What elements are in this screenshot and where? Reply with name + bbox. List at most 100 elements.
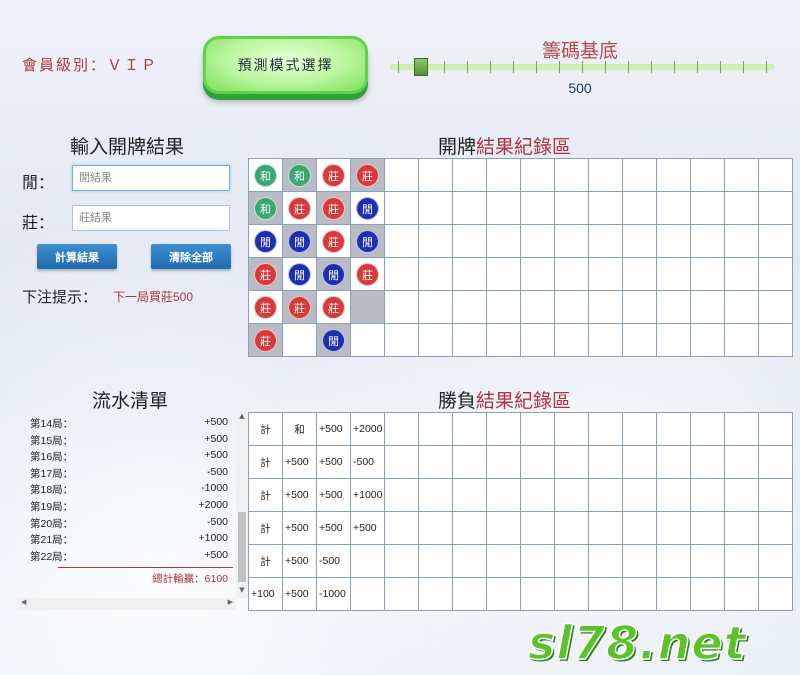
slider-tick (651, 61, 652, 73)
record-cell (690, 191, 725, 225)
ledger-round: 第19局： (30, 501, 74, 513)
ledger-row: 第17局： -500 (30, 466, 230, 481)
result-cell (656, 445, 691, 479)
record-cell (758, 290, 793, 324)
ledger-row: 第22局： +500 (30, 549, 230, 564)
ledger-amount: +500 (204, 449, 228, 462)
chip-slider-thumb[interactable] (413, 58, 428, 76)
result-cell (486, 445, 521, 479)
result-cell (656, 478, 691, 512)
result-cell (656, 577, 691, 611)
record-cell: 閒 (316, 257, 351, 291)
slider-tick (582, 61, 583, 73)
player-result-input[interactable] (72, 165, 230, 191)
result-cell (520, 511, 555, 545)
prediction-mode-button[interactable]: 預測模式選擇 (203, 36, 368, 94)
record-cell (520, 257, 555, 291)
record-cell: 閒 (282, 257, 317, 291)
result-cell (520, 478, 555, 512)
scroll-down-icon[interactable]: ▼ (236, 586, 248, 594)
chip-base-label: 籌碼基底 (541, 40, 618, 62)
chip-slider-track[interactable] (390, 61, 775, 73)
record-cell (384, 290, 419, 324)
record-cell (588, 290, 623, 324)
scroll-thumb[interactable] (238, 512, 246, 582)
ledger-round: 第17局： (30, 467, 74, 480)
ledger-total: 總計輸贏：6100 (152, 573, 228, 585)
record-area-title: 開牌結果紀錄區 (438, 132, 571, 159)
record-cell (384, 158, 419, 192)
clear-all-button[interactable]: 清除全部 (151, 244, 231, 269)
record-cell: 閒 (350, 224, 385, 258)
result-cell (690, 412, 725, 446)
result-cell (656, 412, 691, 446)
record-cell (656, 257, 691, 291)
result-cell (622, 511, 657, 545)
ledger-row: 第15局： +500 (30, 433, 230, 448)
scroll-up-icon[interactable]: ▲ (236, 412, 248, 420)
result-bead: 和 (254, 196, 277, 220)
record-cell (690, 257, 725, 291)
player-label: 閒： (22, 173, 55, 192)
ledger-vertical-scrollbar[interactable]: ▲ ▼ (236, 412, 248, 598)
record-cell (452, 290, 487, 324)
record-cell (418, 158, 453, 192)
slider-tick (743, 61, 744, 73)
ledger-horizontal-scrollbar[interactable]: ◀ ▶ (18, 598, 236, 610)
ledger-amount: +500 (204, 548, 228, 561)
record-cell: 和 (282, 158, 317, 192)
result-cell (758, 445, 793, 479)
slider-tick (398, 61, 399, 73)
result-cell (758, 577, 793, 611)
result-cell (452, 478, 487, 512)
record-cell (486, 323, 521, 357)
result-cell (384, 445, 419, 479)
scroll-left-icon[interactable]: ◀ (21, 598, 26, 606)
calculate-button[interactable]: 計算結果 (37, 244, 117, 269)
result-bead: 莊 (322, 295, 345, 319)
record-cell (622, 290, 657, 324)
record-cell (486, 191, 521, 225)
result-bead: 莊 (254, 295, 277, 319)
result-cell: +500 (282, 445, 317, 479)
record-cell (588, 191, 623, 225)
result-bead: 閒 (322, 328, 345, 352)
result-bead: 莊 (356, 163, 379, 187)
result-cell (588, 412, 623, 446)
ledger-amount: +1000 (198, 532, 229, 545)
record-cell (554, 224, 589, 258)
result-cell (588, 544, 623, 578)
record-cell (554, 290, 589, 324)
result-bead: 莊 (288, 196, 311, 220)
result-cell (452, 511, 487, 545)
record-cell: 閒 (282, 224, 317, 258)
result-bead: 閒 (356, 196, 379, 220)
result-cell (486, 511, 521, 545)
ledger-row: 第14局： +500 (30, 416, 230, 431)
result-cell (486, 544, 521, 578)
banker-result-input[interactable] (72, 205, 230, 231)
record-cell (384, 323, 419, 357)
ledger-body: 總計輸贏：6100 第14局： +500 第15局： +500 第16局： +500 第17… (18, 412, 236, 598)
record-cell (588, 224, 623, 258)
result-cell (554, 544, 589, 578)
result-cell (690, 445, 725, 479)
result-bead: 莊 (322, 196, 345, 220)
result-cell (588, 577, 623, 611)
result-cell: +500 (282, 511, 317, 545)
chip-value: 500 (568, 80, 592, 96)
record-cell (452, 323, 487, 357)
record-cell: 莊 (316, 191, 351, 225)
record-cell: 莊 (316, 158, 351, 192)
record-cell: 閒 (316, 323, 351, 357)
result-bead: 閒 (356, 229, 379, 253)
result-bead: 閒 (288, 262, 311, 286)
result-cell: +500 (282, 478, 317, 512)
result-cell (690, 478, 725, 512)
record-cell (724, 323, 759, 357)
record-cell: 莊 (248, 323, 283, 357)
slider-tick (697, 61, 698, 73)
record-cell (520, 323, 555, 357)
scroll-right-icon[interactable]: ▶ (228, 598, 233, 606)
record-cell (384, 224, 419, 258)
